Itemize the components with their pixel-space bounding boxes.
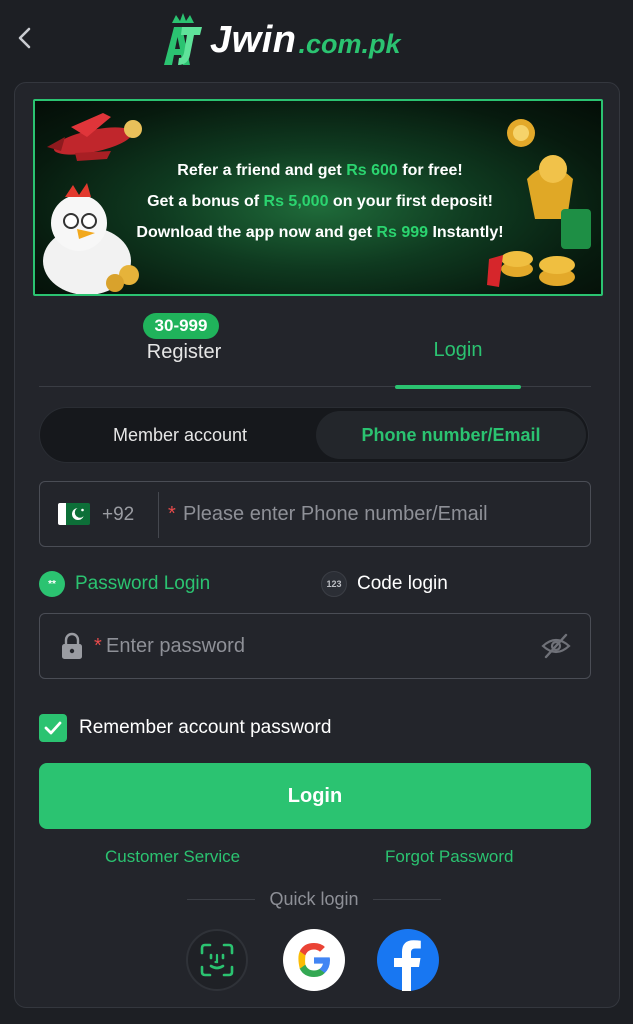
logo-word: Jwin [210,18,297,61]
password-dots-icon: ** [39,571,65,597]
tab-register-label: Register [146,341,222,363]
account-type-switch: Member account Phone number/Email [39,407,589,463]
phone-email-input[interactable] [183,482,583,546]
numeric-code-icon: 123 [321,571,347,597]
field-divider [158,492,159,538]
top-bar: Jwin .com.pk [0,0,633,80]
face-id-login-button[interactable] [186,929,248,991]
banner-text: Refer a friend and get Rs 600 for free! … [35,155,601,248]
forgot-password-link[interactable]: Forgot Password [385,847,514,867]
checkmark-icon [44,721,62,735]
banner-line-deposit: Get a bonus of Rs 5,000 on your first de… [147,193,493,210]
logo-domain: .com.pk [298,28,401,59]
password-login-label: Password Login [75,573,211,594]
required-mark: * [168,503,176,525]
google-login-button[interactable] [283,929,345,991]
password-login-option[interactable]: ** Password Login [39,569,210,599]
banner-line-referral: Refer a friend and get Rs 600 for free! [177,162,463,179]
phone-field: +92 * [39,481,591,547]
password-input[interactable] [106,614,526,678]
quick-login-divider: Quick login [187,887,442,911]
password-field: * [39,613,591,679]
tab-register[interactable]: 30-999 Register [99,305,269,387]
required-mark: * [94,635,102,657]
country-code[interactable]: +92 [102,482,134,548]
code-login-label: Code login [357,573,448,594]
banner-line-app: Download the app now and get Rs 999 Inst… [136,224,504,241]
tab-login[interactable]: Login [395,305,521,389]
facebook-login-button[interactable] [377,929,439,991]
lock-icon [62,632,82,659]
active-tab-indicator [395,385,521,389]
google-icon [298,943,330,977]
face-id-icon [200,943,234,977]
crown-logo-icon [164,13,202,65]
remember-label: Remember account password [79,717,332,738]
member-account-option[interactable]: Member account [44,411,316,459]
pakistan-flag-icon[interactable] [58,503,90,525]
remember-checkbox[interactable] [39,714,67,742]
remember-password-toggle[interactable]: Remember account password [39,713,331,743]
facebook-icon [394,940,421,991]
chevron-left-icon [18,27,31,49]
promo-banner[interactable]: Refer a friend and get Rs 600 for free! … [33,99,603,296]
register-bonus-badge: 30-999 [143,313,219,339]
tab-login-label: Login [433,339,483,361]
auth-tabs: 30-999 Register Login [39,305,591,389]
back-button[interactable] [10,22,42,54]
eye-hidden-icon[interactable] [540,632,572,660]
customer-service-link[interactable]: Customer Service [105,847,240,867]
code-login-option[interactable]: 123 Code login [321,569,448,599]
login-button[interactable]: Login [39,763,591,829]
brand-logo: Jwin .com.pk [160,10,401,70]
login-panel: Refer a friend and get Rs 600 for free! … [14,82,620,1008]
phone-email-option[interactable]: Phone number/Email [316,411,586,459]
quick-login-label: Quick login [269,888,359,909]
